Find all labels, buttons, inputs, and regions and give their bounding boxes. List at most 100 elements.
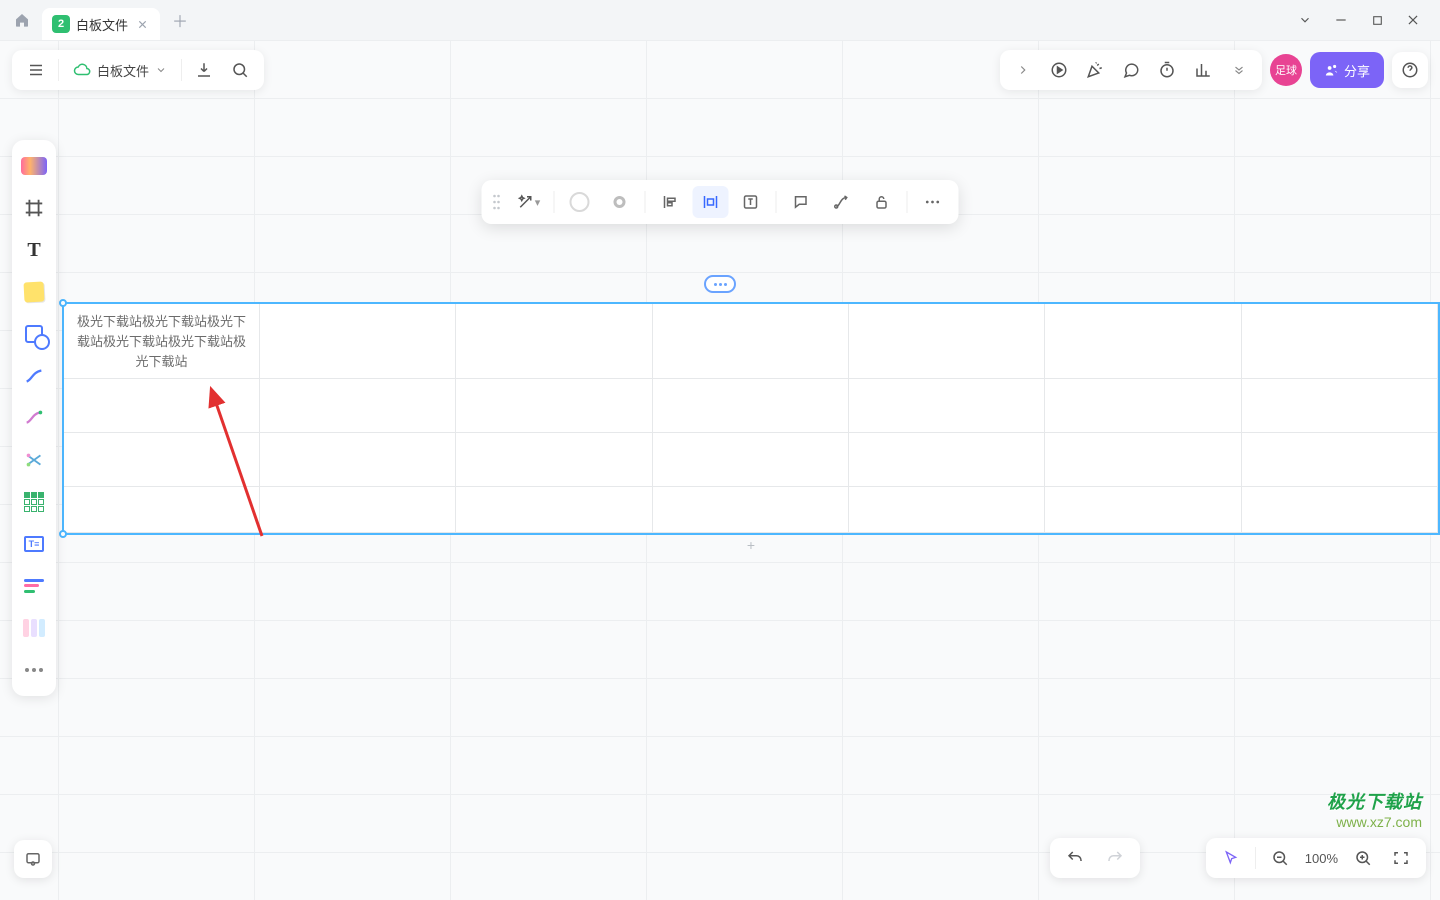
table-cell[interactable] — [849, 304, 1045, 379]
pen-button[interactable] — [16, 400, 52, 436]
shape-icon — [25, 325, 43, 343]
overflow-pill[interactable] — [704, 275, 736, 293]
table-cell[interactable]: 极光下载站极光下载站极光下载站极光下载站极光下载站极光下载站 — [64, 304, 260, 379]
selected-table[interactable]: 极光下载站极光下载站极光下载站极光下载站极光下载站极光下载站 — [62, 302, 1440, 535]
redo-icon — [1106, 849, 1124, 867]
cursor-mode-button[interactable] — [1214, 843, 1248, 873]
align-center-icon — [702, 193, 720, 211]
selection-handle[interactable] — [59, 299, 67, 307]
table-row[interactable] — [64, 433, 1438, 487]
selection-handle[interactable] — [59, 530, 67, 538]
play-icon — [1050, 61, 1068, 79]
table-cell[interactable] — [456, 304, 652, 379]
more-top-button[interactable] — [1222, 54, 1256, 86]
line-button[interactable] — [16, 358, 52, 394]
table-cell[interactable] — [653, 304, 849, 379]
present-button[interactable] — [1042, 54, 1076, 86]
celebrate-button[interactable] — [1078, 54, 1112, 86]
minimize-icon — [1334, 13, 1348, 27]
fill-swatch-icon — [570, 192, 590, 212]
history-bar — [1050, 838, 1140, 878]
window-close[interactable] — [1404, 11, 1422, 29]
locate-button[interactable] — [14, 840, 52, 878]
download-icon — [195, 61, 213, 79]
more-icon — [25, 668, 43, 672]
timer-button[interactable] — [1150, 54, 1184, 86]
templates-button[interactable] — [16, 148, 52, 184]
canvas-area[interactable]: 极光下载站极光下载站极光下载站极光下载站极光下载站极光下载站 + — [0, 40, 1440, 900]
file-name-label: 白板文件 — [97, 61, 149, 80]
redo-button[interactable] — [1098, 843, 1132, 873]
chart-button[interactable] — [1186, 54, 1220, 86]
fill-color-button[interactable] — [562, 186, 598, 218]
cell-text: 极光下载站极光下载站极光下载站极光下载站极光下载站极光下载站 — [64, 304, 259, 380]
ai-tools-button[interactable]: ▾ — [511, 186, 547, 218]
help-button[interactable] — [1392, 52, 1428, 88]
align-left-button[interactable] — [653, 186, 689, 218]
table-cell[interactable] — [260, 304, 456, 379]
window-close-icon — [1406, 13, 1420, 27]
titlebar-chevron[interactable] — [1296, 11, 1314, 29]
frame-icon — [23, 197, 45, 219]
textbox-icon: T≡ — [24, 536, 44, 552]
fit-screen-button[interactable] — [1384, 843, 1418, 873]
search-button[interactable] — [222, 54, 258, 86]
border-color-button[interactable] — [602, 186, 638, 218]
document-tab[interactable]: 2 白板文件 — [42, 8, 160, 40]
cloud-icon — [73, 61, 91, 79]
collapse-bar-button[interactable] — [1006, 54, 1040, 86]
add-comment-button[interactable] — [784, 186, 820, 218]
undo-button[interactable] — [1058, 843, 1092, 873]
kanban-icon — [23, 619, 45, 637]
templates-icon — [21, 157, 47, 175]
home-button[interactable] — [8, 6, 36, 34]
highlighter-button[interactable] — [16, 442, 52, 478]
table-row[interactable] — [64, 487, 1438, 533]
export-button[interactable] — [186, 54, 222, 86]
window-maximize[interactable] — [1368, 11, 1386, 29]
table-button[interactable] — [16, 484, 52, 520]
align-center-button[interactable] — [693, 186, 729, 218]
lock-button[interactable] — [864, 186, 900, 218]
table-cell[interactable] — [1045, 304, 1241, 379]
more-tools-button[interactable] — [16, 652, 52, 688]
table-cell[interactable] — [1242, 304, 1438, 379]
comment-icon — [793, 193, 811, 211]
title-tab-bar: 2 白板文件 ＋ — [0, 0, 1440, 40]
file-name-dropdown[interactable]: 白板文件 — [63, 54, 177, 86]
user-avatar[interactable]: 足球 — [1270, 54, 1302, 86]
share-label: 分享 — [1344, 61, 1370, 80]
table-row[interactable]: 极光下载站极光下载站极光下载站极光下载站极光下载站极光下载站 — [64, 304, 1438, 379]
chevron-down-icon — [1232, 63, 1246, 77]
zoom-out-icon — [1271, 849, 1289, 867]
frame-button[interactable] — [16, 190, 52, 226]
toolbar-drag-handle[interactable] — [490, 193, 504, 211]
chevron-down-icon: ▾ — [535, 196, 541, 209]
more-options-button[interactable] — [915, 186, 951, 218]
window-minimize[interactable] — [1332, 11, 1350, 29]
cursor-icon — [1223, 850, 1239, 866]
main-menu-button[interactable] — [18, 54, 54, 86]
textbox-button[interactable]: T≡ — [16, 526, 52, 562]
tab-title: 白板文件 — [76, 15, 128, 34]
shape-button[interactable] — [16, 316, 52, 352]
kanban-button[interactable] — [16, 610, 52, 646]
magic-ai-icon — [517, 193, 535, 211]
zoom-in-button[interactable] — [1346, 843, 1380, 873]
zoom-value[interactable]: 100% — [1301, 851, 1342, 866]
text-tool-button[interactable]: T — [16, 232, 52, 268]
map-pin-icon — [24, 850, 42, 868]
new-tab-button[interactable]: ＋ — [166, 6, 194, 34]
connector-button[interactable] — [824, 186, 860, 218]
table-icon — [24, 492, 44, 512]
list-button[interactable] — [16, 568, 52, 604]
maximize-icon — [1371, 14, 1384, 27]
add-row-button[interactable]: + — [747, 537, 755, 553]
sticky-note-button[interactable] — [16, 274, 52, 310]
share-button[interactable]: 分享 — [1310, 52, 1384, 88]
zoom-out-button[interactable] — [1263, 843, 1297, 873]
comment-button[interactable] — [1114, 54, 1148, 86]
table-row[interactable] — [64, 379, 1438, 433]
text-style-button[interactable] — [733, 186, 769, 218]
tab-close-button[interactable] — [134, 16, 150, 32]
